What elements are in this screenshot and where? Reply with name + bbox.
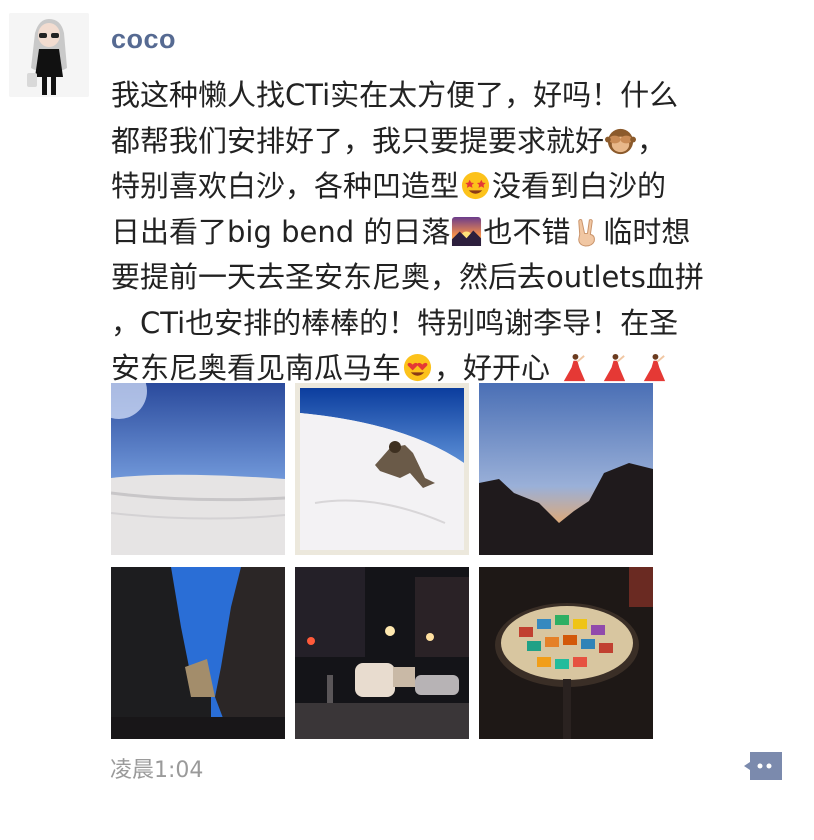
text-segment: 临时想 <box>603 214 691 249</box>
text-segment: ，好开心 <box>434 351 551 385</box>
victory-hand-icon <box>578 218 596 247</box>
text-segment: 日出看了big bend 的日落 <box>111 214 451 249</box>
username[interactable]: coco <box>111 24 176 55</box>
text-segment: 没看到白沙的 <box>492 169 667 203</box>
post-text-line: 我这种懒人找CTi实在太方便了，好吗！什么 <box>111 73 811 119</box>
post-text: 我这种懒人找CTi实在太方便了，好吗！什么 都帮我们安排好了，我只要提要求就好 ，… <box>111 73 811 392</box>
avatar-illustration <box>9 13 89 97</box>
see-no-evil-monkey-icon <box>605 128 637 154</box>
avatar[interactable] <box>9 13 89 97</box>
heart-eyes-face-icon <box>403 353 432 382</box>
comment-button[interactable] <box>744 750 784 782</box>
post-text-line: 要提前一天去圣安东尼奥，然后去outlets血拼 <box>111 255 811 301</box>
post-text-line: 特别喜欢白沙，各种凹造型 没看到白沙的 <box>111 164 811 210</box>
post-text-line: ，CTi也安排的棒棒的！特别鸣谢李导！在圣 <box>111 301 811 347</box>
night-street-carriage-photo[interactable] <box>295 567 469 739</box>
dancer-icon <box>603 353 626 382</box>
post-text-line: 日出看了big bend 的日落 也不错 临时想 <box>111 210 811 256</box>
text-segment: ，CTi也安排的棒棒的！特别鸣谢李导！在圣 <box>111 305 679 340</box>
text-segment: ， <box>637 123 667 158</box>
dancer-icon <box>643 353 666 382</box>
text-segment: 也不错 <box>483 214 571 249</box>
mosaic-table-photo[interactable] <box>479 567 653 739</box>
post-text-line: 都帮我们安排好了，我只要提要求就好 ， <box>111 119 811 165</box>
text-segment: 我这种懒人找CTi实在太方便了，好吗！什么 <box>111 78 679 112</box>
person-on-dune-photo[interactable] <box>295 383 469 555</box>
dancer-icon <box>563 353 586 382</box>
star-struck-face-icon <box>461 171 490 200</box>
text-segment: 特别喜欢白沙，各种凹造型 <box>111 169 460 203</box>
text-segment: 安东尼奥看见南瓜马车 <box>111 351 402 385</box>
text-segment: 要提前一天去圣安东尼奥，然后去outlets血拼 <box>111 260 704 294</box>
timestamp: 凌晨1:04 <box>110 758 204 783</box>
text-segment: 都帮我们安排好了，我只要提要求就好 <box>111 123 605 158</box>
comment-icon <box>744 752 782 780</box>
sunset-icon <box>452 216 482 246</box>
white-sand-dunes-photo[interactable] <box>111 383 285 555</box>
canyon-photo[interactable] <box>111 567 285 739</box>
big-bend-sunset-photo[interactable] <box>479 383 653 555</box>
